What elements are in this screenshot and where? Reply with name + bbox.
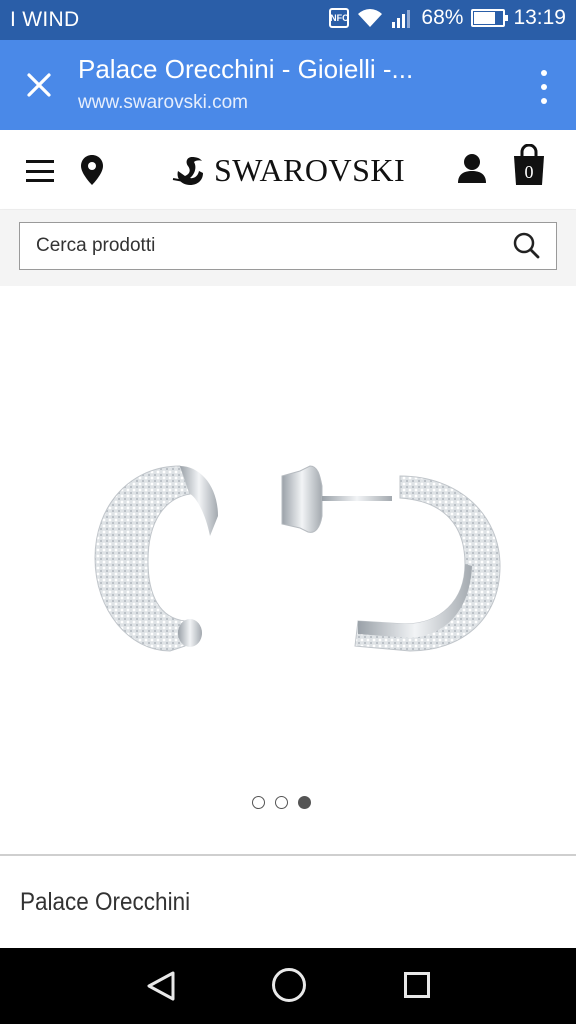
search-icon[interactable] <box>512 231 540 259</box>
recent-apps-icon[interactable] <box>404 972 430 998</box>
page-url: www.swarovski.com <box>78 92 248 113</box>
status-icons: NFC 68% 13:19 <box>329 6 566 30</box>
location-pin-icon[interactable] <box>80 154 104 186</box>
search-bar <box>0 210 576 286</box>
bag-count: 0 <box>525 162 534 182</box>
search-box <box>19 222 557 270</box>
product-image[interactable] <box>60 446 520 676</box>
brand-logo[interactable]: SWAROVSKI <box>170 152 405 189</box>
back-icon[interactable] <box>146 970 176 1002</box>
wifi-icon <box>358 9 383 27</box>
swan-logo-icon <box>172 156 203 185</box>
brand-name: SWAROVSKI <box>214 152 406 188</box>
carousel-dot[interactable] <box>275 796 288 809</box>
product-title: Palace Orecchini <box>20 888 191 916</box>
status-bar: I WIND NFC 68% 13:19 <box>0 0 576 40</box>
carrier-label: I WIND <box>10 8 80 31</box>
product-description-peek <box>20 938 560 948</box>
shopping-bag-icon[interactable]: 0 <box>512 143 546 191</box>
nfc-icon: NFC <box>329 8 350 28</box>
battery-icon <box>471 9 509 27</box>
hamburger-menu-icon[interactable] <box>26 160 54 182</box>
custom-tab-toolbar: Palace Orecchini - Gioielli -... www.swa… <box>0 40 576 130</box>
navigation-bar <box>0 948 576 1024</box>
signal-icon <box>392 10 411 28</box>
search-input[interactable] <box>20 223 500 268</box>
site-header: SWAROVSKI 0 <box>0 130 576 210</box>
divider <box>0 854 576 856</box>
page-title: Palace Orecchini - Gioielli -... <box>78 54 414 84</box>
clock: 13:19 <box>513 6 566 29</box>
battery-percent: 68% <box>421 6 464 29</box>
carousel-dot[interactable] <box>252 796 265 809</box>
user-icon[interactable] <box>456 152 488 184</box>
close-icon[interactable] <box>18 64 60 106</box>
home-icon[interactable] <box>272 968 306 1002</box>
carousel-dot[interactable] <box>298 796 311 809</box>
carousel-indicators <box>252 796 311 809</box>
product-gallery[interactable] <box>0 286 576 854</box>
overflow-menu-icon[interactable] <box>538 70 550 104</box>
